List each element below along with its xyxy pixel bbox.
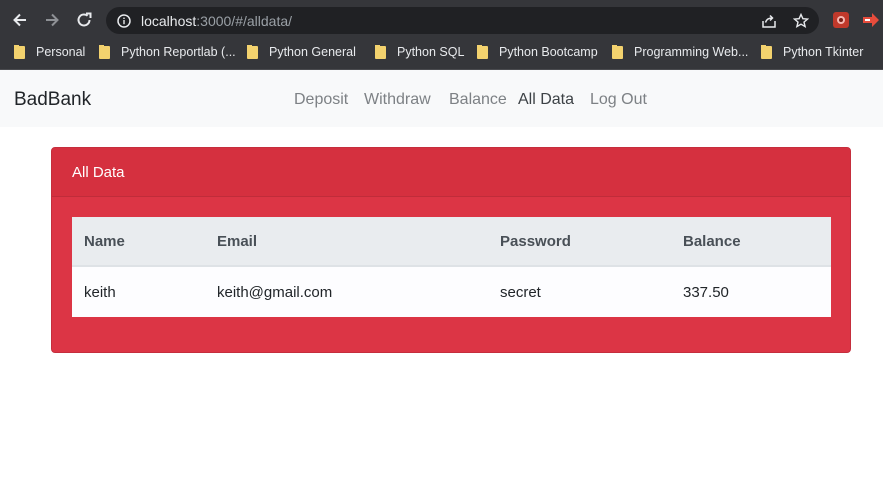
browser-toolbar: localhost:3000/#/alldata/	[0, 5, 883, 35]
data-table: Name Email Password Balance keith keith@…	[72, 217, 831, 317]
bookmark-label: Python Bootcamp	[499, 45, 598, 59]
card-title: All Data	[72, 164, 125, 181]
brand-link[interactable]: BadBank	[14, 89, 91, 111]
nav-deposit[interactable]: Deposit	[294, 91, 348, 109]
folder-icon	[612, 44, 623, 59]
extension-icon[interactable]	[826, 5, 856, 35]
nav-balance[interactable]: Balance	[449, 91, 507, 109]
bookmark-python-reportlab[interactable]: Python Reportlab (...	[99, 43, 236, 61]
nav-all-data[interactable]: All Data	[518, 91, 574, 109]
bookmark-label: Python SQL	[397, 45, 465, 59]
folder-icon	[14, 44, 25, 59]
bookmark-star-icon[interactable]	[792, 7, 810, 34]
table-header-row: Name Email Password Balance	[72, 217, 831, 267]
address-bar[interactable]: localhost:3000/#/alldata/	[106, 7, 819, 34]
url-host: localhost	[141, 13, 197, 29]
bookmark-python-bootcamp[interactable]: Python Bootcamp	[477, 43, 598, 61]
app-navbar: BadBank Deposit Withdraw Balance All Dat…	[0, 70, 883, 127]
bookmark-python-tkinter[interactable]: Python Tkinter	[761, 43, 863, 61]
forward-icon[interactable]	[37, 5, 67, 35]
bookmark-personal[interactable]: Personal	[14, 43, 85, 61]
bookmark-label: Python Tkinter	[783, 45, 864, 59]
bookmark-label: Programming Web...	[634, 45, 749, 59]
folder-icon	[99, 44, 110, 59]
header-name: Name	[84, 233, 125, 250]
site-info-icon[interactable]	[116, 7, 132, 34]
folder-icon	[375, 44, 386, 59]
reload-icon[interactable]	[69, 5, 99, 35]
header-balance: Balance	[683, 233, 741, 250]
bookmark-python-sql[interactable]: Python SQL	[375, 43, 464, 61]
extension-icon-2[interactable]	[856, 5, 883, 35]
url-text[interactable]: localhost:3000/#/alldata/	[141, 13, 292, 29]
share-icon[interactable]	[760, 7, 778, 34]
table-row: keith keith@gmail.com secret 337.50	[72, 267, 831, 317]
cell-name: keith	[84, 284, 116, 301]
card-header: All Data	[52, 148, 850, 197]
folder-icon	[477, 44, 488, 59]
bookmark-label: Personal	[36, 45, 86, 59]
all-data-card: All Data Name Email Password Balance kei…	[51, 147, 851, 353]
folder-icon	[247, 44, 258, 59]
cell-balance: 337.50	[683, 284, 729, 301]
bookmarks-bar: Personal Python Reportlab (... Python Ge…	[0, 35, 883, 70]
cell-email: keith@gmail.com	[217, 284, 333, 301]
back-icon[interactable]	[5, 5, 35, 35]
bookmark-programming-web[interactable]: Programming Web...	[612, 43, 748, 61]
nav-withdraw[interactable]: Withdraw	[364, 91, 431, 109]
bookmark-label: Python General	[269, 45, 356, 59]
nav-log-out[interactable]: Log Out	[590, 91, 647, 109]
bookmark-python-general[interactable]: Python General	[247, 43, 356, 61]
cell-password: secret	[500, 284, 541, 301]
folder-icon	[761, 44, 772, 59]
bookmark-label: Python Reportlab (...	[121, 45, 236, 59]
header-email: Email	[217, 233, 258, 250]
header-password: Password	[500, 233, 571, 250]
url-path: :3000/#/alldata/	[196, 13, 293, 29]
